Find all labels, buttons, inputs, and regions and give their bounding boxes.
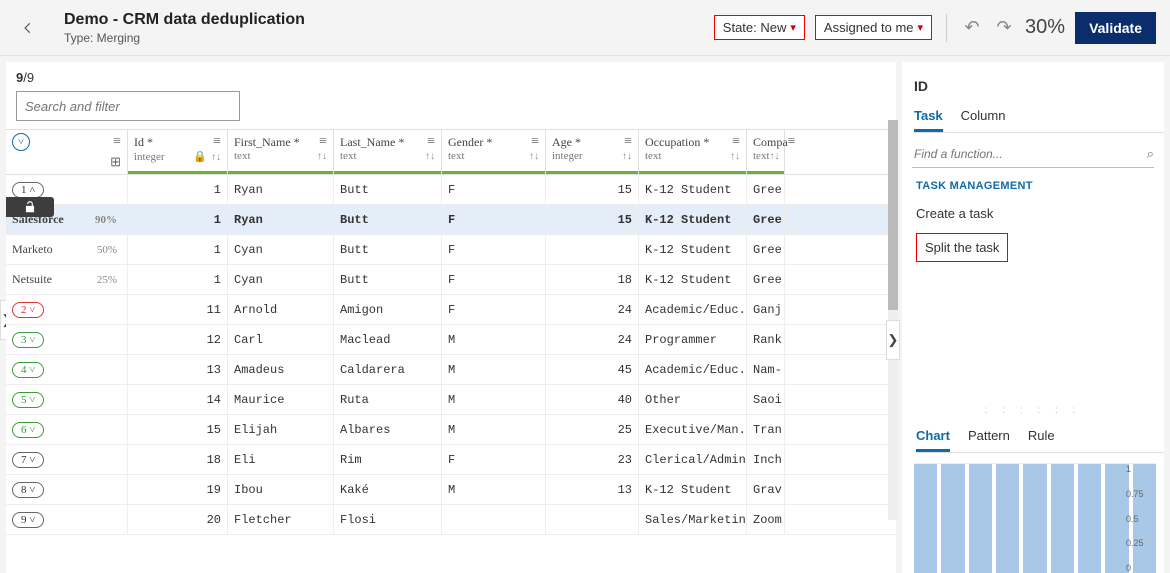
group-pill[interactable]: 3 ˅ — [12, 332, 44, 348]
chart-bar — [1023, 464, 1046, 573]
source-name: Marketo — [12, 242, 53, 257]
sort-icon[interactable]: ↑↓ — [730, 151, 740, 162]
table-row[interactable]: 6 ˅15ElijahAlbaresM25Executive/Man...Tra… — [6, 415, 896, 445]
sort-icon[interactable]: ↑↓ — [317, 151, 327, 162]
page-subtitle: Type: Merging — [64, 31, 714, 45]
chart-bar — [914, 464, 937, 573]
table-row[interactable]: Marketo50%1CyanButtFK-12 StudentGree — [6, 235, 896, 265]
table-row[interactable]: Netsuite25%1CyanButtF18K-12 StudentGree — [6, 265, 896, 295]
lower-tab-rule[interactable]: Rule — [1028, 424, 1055, 452]
chart-bar — [1051, 464, 1074, 573]
sort-icon[interactable]: ↑↓ — [770, 151, 780, 162]
chart-bar — [996, 464, 1019, 573]
chart-bar — [969, 464, 992, 573]
column-header[interactable]: First_Name *≡text↑↓ — [228, 130, 334, 174]
expand-all-icon[interactable]: ˅ — [12, 133, 30, 151]
undo-icon[interactable]: ↶ — [961, 17, 983, 38]
group-column-header: ˅ ≡ ⊞ — [6, 130, 128, 174]
assigned-label: Assigned to me — [824, 20, 914, 35]
column-header[interactable]: Occupation *≡text↑↓ — [639, 130, 747, 174]
table-row[interactable]: Salesforce90%1RyanButtF15K-12 StudentGre… — [6, 205, 896, 235]
table-icon[interactable]: ⊞ — [110, 154, 121, 170]
divider — [946, 14, 947, 42]
unlock-toggle[interactable] — [6, 197, 54, 217]
task-action[interactable]: Split the task — [916, 233, 1008, 262]
column-menu-icon[interactable]: ≡ — [788, 134, 796, 150]
state-label: State: New — [723, 20, 787, 35]
search-icon[interactable]: ⌕ — [1147, 146, 1154, 162]
table-row[interactable]: 5 ˅14MauriceRutaM40OtherSaoi — [6, 385, 896, 415]
sort-icon[interactable]: ↑↓ — [211, 152, 221, 163]
chart-bar — [1078, 464, 1101, 573]
table-row[interactable]: 7 ˅18EliRimF23Clerical/AdminInch — [6, 445, 896, 475]
lower-tab-pattern[interactable]: Pattern — [968, 424, 1010, 452]
search-input[interactable] — [16, 91, 240, 121]
chevron-down-icon: ▾ — [918, 21, 924, 34]
table-row[interactable]: 9 ˅20FletcherFlosiSales/MarketingZoom — [6, 505, 896, 535]
table-row[interactable]: 4 ˅13AmadeusCaldareraM45Academic/Educ...… — [6, 355, 896, 385]
assigned-dropdown[interactable]: Assigned to me ▾ — [815, 15, 932, 40]
group-pill[interactable]: 4 ˅ — [12, 362, 44, 378]
lower-tab-chart[interactable]: Chart — [916, 424, 950, 452]
column-header[interactable]: Compa≡text↑↓ — [747, 130, 785, 174]
group-pill[interactable]: 6 ˅ — [12, 422, 44, 438]
column-menu-icon[interactable]: ≡ — [624, 134, 632, 150]
task-action[interactable]: Create a task — [916, 206, 1150, 221]
table-row[interactable]: 8 ˅19IbouKakéM13K-12 StudentGrav — [6, 475, 896, 505]
quality-chart: 10.750.50.250 — [914, 463, 1156, 573]
redo-icon[interactable]: ↷ — [993, 17, 1015, 38]
app-header: Demo - CRM data deduplication Type: Merg… — [0, 0, 1170, 56]
validate-button[interactable]: Validate — [1075, 12, 1156, 44]
column-header[interactable]: Gender *≡text↑↓ — [442, 130, 546, 174]
group-pill[interactable]: 1 ˄ — [12, 182, 44, 198]
sort-icon[interactable]: ↑↓ — [425, 151, 435, 162]
column-menu-icon[interactable]: ≡ — [427, 134, 435, 150]
group-pill[interactable]: 9 ˅ — [12, 512, 44, 528]
column-header[interactable]: Id *≡integer🔒↑↓ — [128, 130, 228, 174]
group-pill[interactable]: 8 ˅ — [12, 482, 44, 498]
table-row[interactable]: 2 ˅11ArnoldAmigonF24Academic/Educ...Ganj — [6, 295, 896, 325]
source-percent: 25% — [97, 274, 121, 286]
group-pill[interactable]: 2 ˅ — [12, 302, 44, 318]
tab-task[interactable]: Task — [914, 104, 943, 132]
back-button[interactable] — [14, 14, 42, 42]
panel-title: ID — [914, 78, 1164, 94]
state-dropdown[interactable]: State: New ▾ — [714, 15, 805, 40]
column-header[interactable]: Last_Name *≡text↑↓ — [334, 130, 442, 174]
group-pill[interactable]: 7 ˅ — [12, 452, 44, 468]
source-percent: 90% — [95, 214, 121, 226]
source-name: Netsuite — [12, 272, 52, 287]
page-title: Demo - CRM data deduplication — [64, 11, 714, 29]
table-row[interactable]: 1 ˄1RyanButtF15K-12 StudentGree — [6, 175, 896, 205]
source-percent: 50% — [97, 244, 121, 256]
main-grid-panel: 9/9 ˅ ≡ ⊞ Id *≡integer🔒↑↓First_Name — [6, 62, 896, 573]
sort-icon[interactable]: ↑↓ — [622, 151, 632, 162]
section-header: TASK MANAGEMENT — [916, 180, 1164, 192]
tab-column[interactable]: Column — [961, 104, 1006, 132]
chart-bar — [941, 464, 964, 573]
column-menu-icon[interactable]: ≡ — [531, 134, 539, 150]
table-row[interactable]: 3 ˅12CarlMacleadM24ProgrammerRank — [6, 325, 896, 355]
column-menu-icon[interactable]: ≡ — [319, 134, 327, 150]
progress-percent: 30% — [1025, 16, 1065, 39]
right-panel: ID Task Column ⌕ TASK MANAGEMENT Create a… — [902, 62, 1164, 573]
record-counter: 9/9 — [16, 70, 896, 85]
sort-icon[interactable]: ↑↓ — [529, 151, 539, 162]
chevron-down-icon: ▾ — [790, 21, 796, 34]
column-header[interactable]: Age *≡integer↑↓ — [546, 130, 639, 174]
column-menu-icon[interactable]: ≡ — [213, 134, 221, 150]
expand-right-icon[interactable]: ❯ — [886, 320, 900, 360]
column-menu-icon[interactable]: ≡ — [732, 134, 740, 150]
column-menu-icon[interactable]: ≡ — [113, 134, 121, 150]
lock-icon: 🔒 — [193, 151, 207, 163]
function-search-input[interactable] — [912, 141, 1147, 167]
group-pill[interactable]: 5 ˅ — [12, 392, 44, 408]
resize-handle[interactable]: : : : : : : — [902, 401, 1164, 420]
